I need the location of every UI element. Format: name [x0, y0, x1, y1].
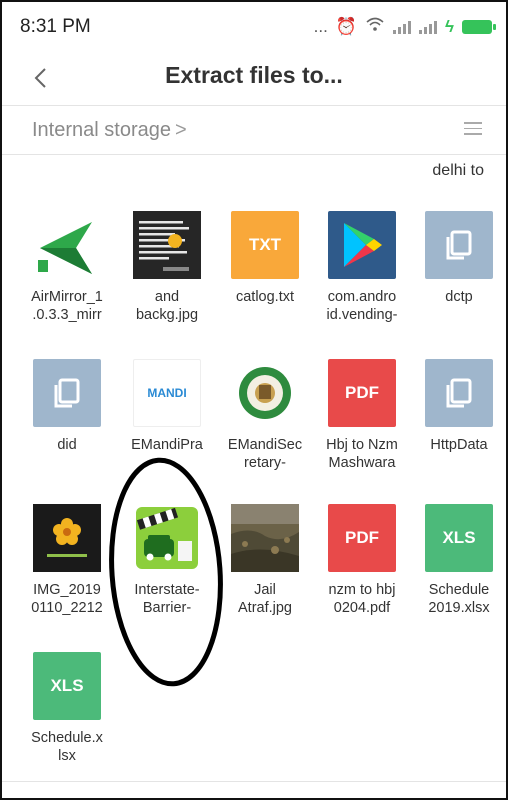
mandi-badge: MANDI — [147, 386, 187, 400]
pdf-file-icon: PDF — [328, 359, 396, 427]
file-item[interactable]: and backg.jpg — [120, 211, 214, 324]
file-grid: AirMirror_1.0.3.3_mirr and backg.jpg TXT … — [2, 2, 506, 798]
file-item[interactable]: XLS Schedule.x lsx — [20, 652, 114, 765]
file-item[interactable]: MANDI EMandiPra — [120, 359, 214, 454]
file-item[interactable]: XLS Schedule 2019.xlsx — [412, 504, 506, 617]
file-name: nzm to hbj 0204.pdf — [328, 582, 396, 616]
quote-image-icon — [133, 211, 201, 279]
generic-file-icon — [425, 359, 493, 427]
file-item[interactable]: AirMirror_1.0.3.3_mirr — [20, 211, 114, 324]
file-item[interactable]: PDF Hbj to Nzm Mashwara — [315, 359, 409, 472]
file-name: Jail Atraf.jpg — [238, 582, 292, 616]
file-name: and backg.jpg — [135, 289, 199, 323]
pdf-file-icon: PDF — [328, 504, 396, 572]
file-item[interactable]: com.andro id.vending- — [315, 211, 409, 324]
file-item[interactable]: did — [20, 359, 114, 454]
txt-file-icon: TXT — [231, 211, 299, 279]
file-item[interactable]: PDF nzm to hbj 0204.pdf — [315, 504, 409, 617]
file-name: Schedule 2019.xlsx — [428, 582, 490, 616]
file-name: catlog.txt — [235, 289, 295, 305]
file-item[interactable]: Jail Atraf.jpg — [218, 504, 312, 617]
landscape-image-icon — [231, 504, 299, 572]
file-item[interactable]: TXT catlog.txt — [218, 211, 312, 306]
file-name: EMandiSec retary- — [227, 437, 303, 471]
play-store-icon — [328, 211, 396, 279]
file-name: dctp — [445, 289, 473, 305]
xls-file-icon: XLS — [33, 652, 101, 720]
file-name: Schedule.x lsx — [31, 730, 103, 764]
file-name: com.andro id.vending- — [326, 289, 398, 323]
mandi-logo-icon: MANDI — [133, 359, 201, 427]
generic-file-icon — [33, 359, 101, 427]
flower-image-icon — [33, 504, 101, 572]
emblem-icon — [231, 359, 299, 427]
airmirror-icon — [33, 211, 101, 279]
file-name: AirMirror_1.0.3.3_mirr — [31, 289, 103, 323]
file-name: HttpData — [430, 437, 488, 453]
file-item[interactable]: HttpData — [412, 359, 506, 454]
file-item[interactable]: IMG_2019 0110_2212 — [20, 504, 114, 617]
screen-frame: 8:31 PM ... ⏰ ϟ Extract files to... Inte… — [0, 0, 508, 800]
file-name: IMG_2019 0110_2212 — [31, 582, 103, 616]
generic-file-icon — [425, 211, 493, 279]
file-name: did — [57, 437, 77, 453]
file-item[interactable]: dctp — [412, 211, 506, 306]
file-item[interactable]: EMandiSec retary- — [218, 359, 312, 472]
file-name: Hbj to Nzm Mashwara — [326, 437, 398, 471]
bottom-divider — [2, 781, 506, 782]
highlight-ellipse — [109, 457, 223, 687]
xls-file-icon: XLS — [425, 504, 493, 572]
